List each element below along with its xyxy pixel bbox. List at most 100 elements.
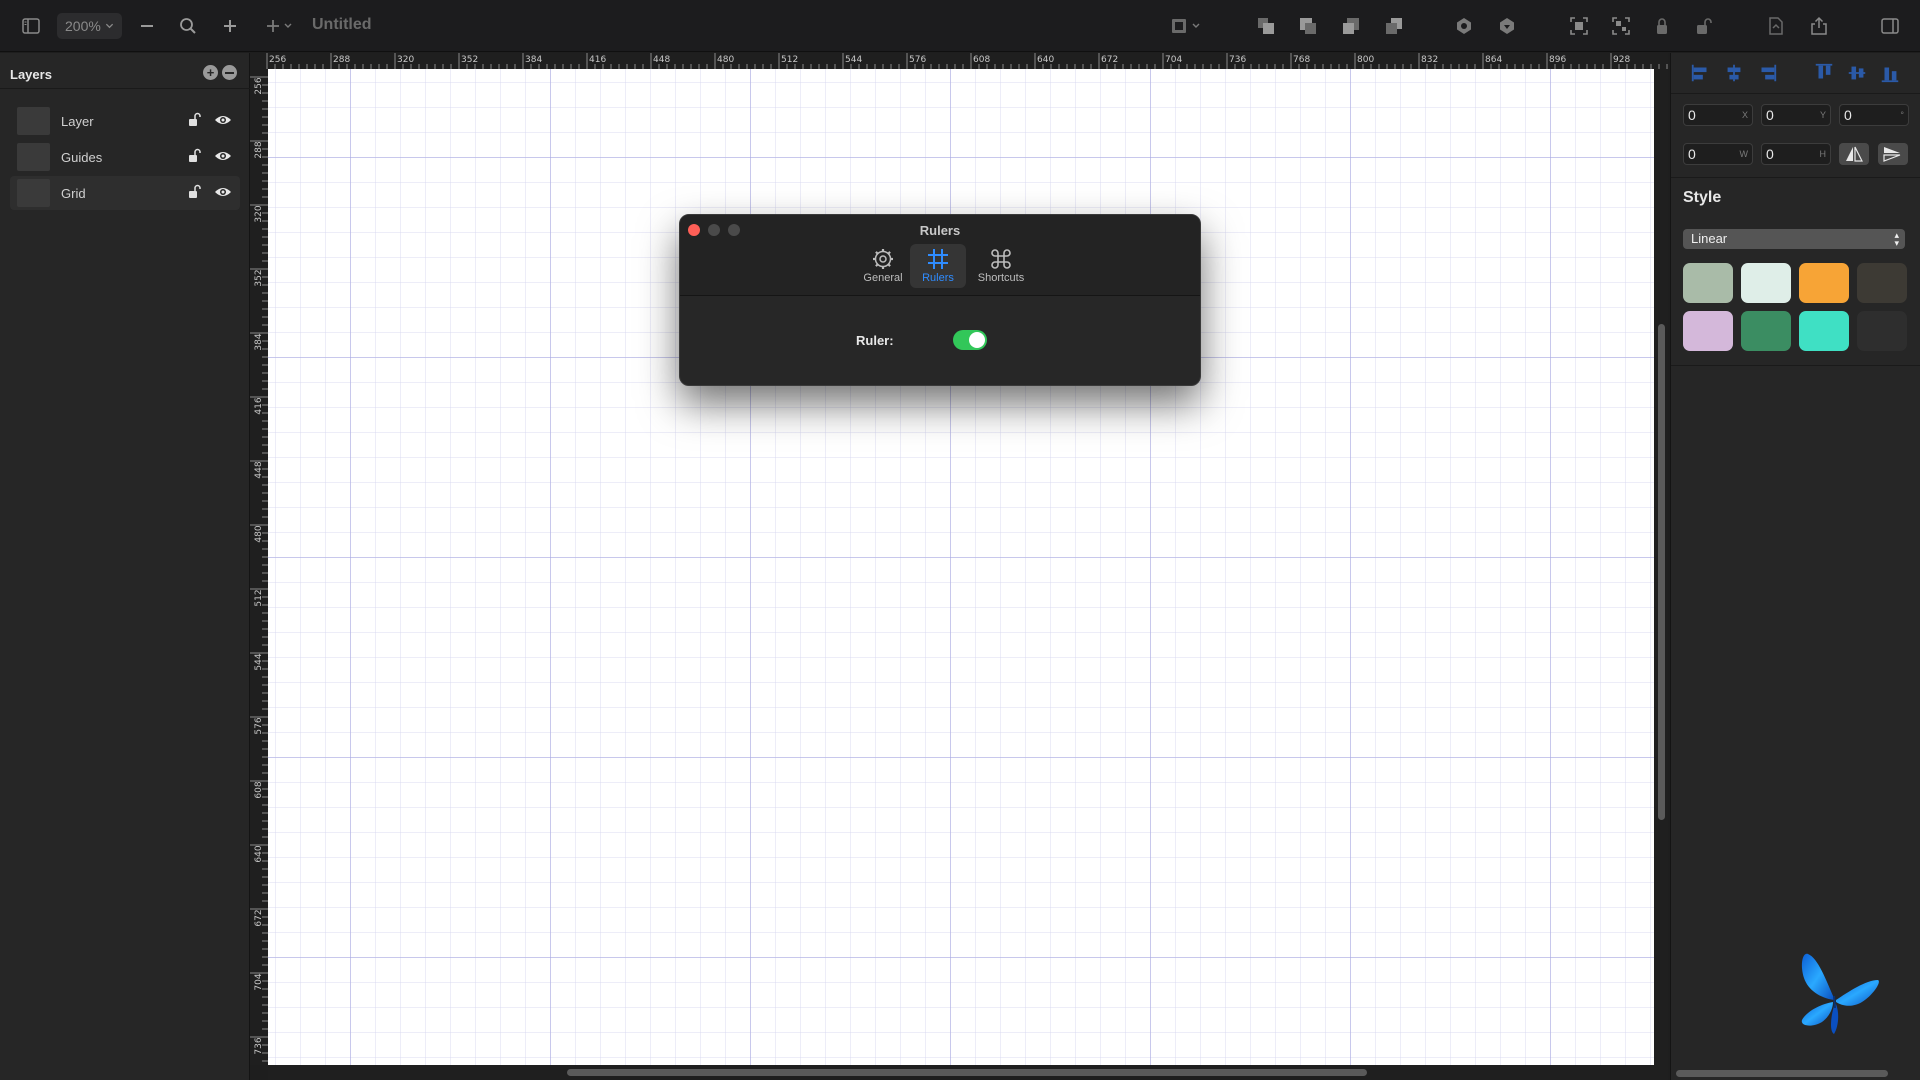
- ungroup-icon[interactable]: [1607, 12, 1635, 40]
- ruler-label: 832: [1421, 55, 1439, 65]
- export-file-icon[interactable]: [1762, 12, 1790, 40]
- chevron-down-icon: [105, 19, 114, 33]
- swatch[interactable]: [1741, 263, 1791, 303]
- tab-rulers[interactable]: Rulers: [910, 244, 966, 288]
- tab-rulers-label: Rulers: [922, 272, 954, 284]
- ruler-label: 288: [254, 141, 264, 159]
- layer-name: Grid: [61, 186, 86, 201]
- divider: [1671, 93, 1920, 94]
- arrange-forward-icon[interactable]: [1294, 12, 1322, 40]
- y-field[interactable]: 0 Y: [1761, 104, 1831, 126]
- inspector-scroll-thumb[interactable]: [1676, 1070, 1888, 1077]
- ruler-label: 864: [1485, 55, 1503, 65]
- align-bottom-icon[interactable]: [1878, 61, 1902, 85]
- ruler-label: 480: [717, 55, 735, 65]
- dialog-titlebar: Rulers General Rulers Shortcuts: [680, 215, 1200, 296]
- ruler-label: 320: [254, 205, 264, 223]
- height-field[interactable]: 0 H: [1761, 143, 1831, 165]
- flip-horizontal-button[interactable]: [1839, 143, 1869, 165]
- unlock-icon[interactable]: [188, 184, 202, 200]
- layer-name: Layer: [61, 114, 94, 129]
- ruler-label: 672: [1101, 55, 1119, 65]
- ruler-label: 704: [254, 973, 264, 991]
- eye-icon[interactable]: [214, 113, 232, 127]
- ruler-label: 352: [461, 55, 479, 65]
- add-layer-button[interactable]: +: [203, 65, 218, 80]
- ruler-label: 544: [845, 55, 863, 65]
- width-field[interactable]: 0 W: [1683, 143, 1753, 165]
- flip-horizontal-icon: [1846, 146, 1863, 162]
- align-center-horizontal-icon[interactable]: [1722, 61, 1746, 85]
- align-center-vertical-icon[interactable]: [1845, 61, 1869, 85]
- magnifier-icon[interactable]: [174, 12, 202, 40]
- group-icon[interactable]: [1565, 12, 1593, 40]
- horizontal-scroll-thumb[interactable]: [567, 1069, 1367, 1076]
- vertical-scroll-thumb[interactable]: [1658, 324, 1665, 820]
- tab-shortcuts-label: Shortcuts: [977, 272, 1025, 284]
- swatch[interactable]: [1857, 311, 1907, 351]
- ruler-label: 672: [254, 909, 264, 927]
- zoom-dropdown[interactable]: 200%: [57, 13, 122, 39]
- arrange-backward-icon[interactable]: [1337, 12, 1365, 40]
- dialog-title: Rulers: [919, 223, 961, 238]
- document-title: Untitled: [312, 16, 372, 33]
- ruler-label: 256: [269, 55, 287, 65]
- layer-row[interactable]: Grid: [10, 176, 240, 210]
- rotation-field[interactable]: 0 °: [1839, 104, 1909, 126]
- layer-row[interactable]: Guides: [10, 140, 240, 174]
- swatch[interactable]: [1799, 263, 1849, 303]
- unlock-icon[interactable]: [188, 112, 202, 128]
- swatch[interactable]: [1857, 263, 1907, 303]
- sidebar-left-icon[interactable]: [17, 12, 45, 40]
- swatch[interactable]: [1799, 311, 1849, 351]
- ruler-label: 288: [333, 55, 351, 65]
- style-select-value: Linear: [1691, 231, 1728, 246]
- boolean-union-icon[interactable]: [1450, 12, 1478, 40]
- ruler-label: 800: [1357, 55, 1375, 65]
- tab-general[interactable]: General: [855, 244, 911, 288]
- x-suffix: X: [1741, 110, 1748, 120]
- add-shape-icon[interactable]: [262, 12, 298, 40]
- sidebar-right-icon[interactable]: [1876, 12, 1904, 40]
- height-value: 0: [1766, 146, 1774, 162]
- zoom-in-icon[interactable]: [216, 12, 244, 40]
- unlock-icon[interactable]: [188, 148, 202, 164]
- horizontal-ruler: 256 288 320 352 384 416 448 480 512 544 576 608 640 6…: [250, 53, 1668, 69]
- layer-thumbnail: [17, 143, 50, 171]
- ruler-label: 608: [254, 781, 264, 799]
- butterfly-logo-icon: [1801, 953, 1879, 1034]
- swatch[interactable]: [1741, 311, 1791, 351]
- ruler-label: 512: [254, 589, 264, 607]
- layers-header: Layers +: [0, 53, 250, 89]
- frame-icon[interactable]: [1166, 12, 1206, 40]
- eye-icon[interactable]: [214, 185, 232, 199]
- eye-icon[interactable]: [214, 149, 232, 163]
- arrange-back-icon[interactable]: [1380, 12, 1408, 40]
- flip-vertical-button[interactable]: [1878, 143, 1908, 165]
- arrange-front-icon[interactable]: [1252, 12, 1280, 40]
- zoom-out-icon[interactable]: [133, 12, 161, 40]
- tab-shortcuts[interactable]: Shortcuts: [970, 244, 1032, 288]
- ruler-label: 704: [1165, 55, 1183, 65]
- ruler-label: 768: [1293, 55, 1311, 65]
- align-left-icon[interactable]: [1689, 61, 1713, 85]
- swatch[interactable]: [1683, 263, 1733, 303]
- swatch[interactable]: [1683, 311, 1733, 351]
- x-field[interactable]: 0 X: [1683, 104, 1753, 126]
- divider: [1671, 365, 1920, 366]
- align-top-icon[interactable]: [1812, 61, 1836, 85]
- style-select[interactable]: Linear ▴ ▾: [1683, 229, 1905, 249]
- rotation-suffix: °: [1900, 110, 1904, 120]
- unlock-icon[interactable]: [1690, 12, 1718, 40]
- lock-icon[interactable]: [1648, 12, 1676, 40]
- tab-general-label: General: [863, 272, 903, 284]
- remove-layer-button[interactable]: [222, 65, 237, 80]
- layer-thumbnail: [17, 107, 50, 135]
- share-icon[interactable]: [1805, 12, 1833, 40]
- ruler-toggle[interactable]: [953, 330, 987, 350]
- boolean-subtract-icon[interactable]: [1493, 12, 1521, 40]
- width-value: 0: [1688, 146, 1696, 162]
- align-right-icon[interactable]: [1755, 61, 1779, 85]
- command-icon: [991, 249, 1011, 269]
- layer-row[interactable]: Layer: [10, 104, 240, 138]
